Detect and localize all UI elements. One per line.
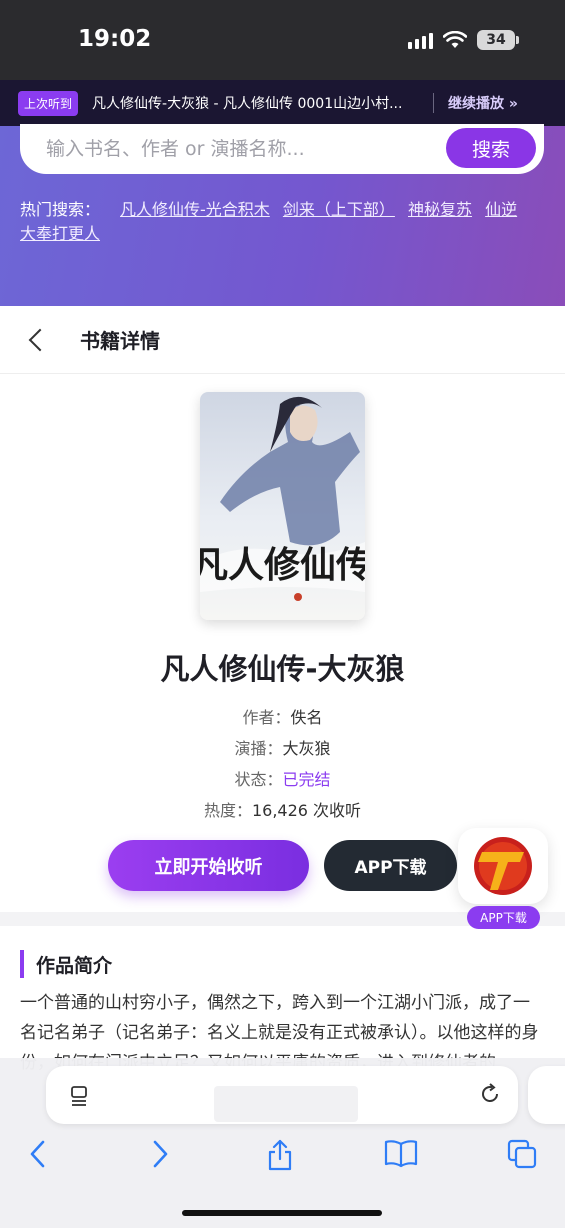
browser-nav-bar [0, 1138, 565, 1178]
home-indicator [182, 1210, 382, 1216]
book-status: 状态：已完结 [0, 766, 565, 790]
hot-search-item[interactable]: 剑来（上下部） [283, 200, 395, 219]
popularity-value: 16,426 次收听 [251, 801, 362, 820]
last-listened-badge: 上次听到 [18, 90, 79, 116]
book-cover-art: 凡人修仙传 [200, 392, 365, 620]
hot-search: 热门搜索： 凡人修仙传-光合积木 剑来（上下部） 神秘复苏 仙逆 大奉打更人 [20, 198, 550, 246]
hot-search-item[interactable]: 凡人修仙传-光合积木 [120, 200, 270, 219]
page-menu-icon[interactable] [68, 1084, 92, 1108]
book-cover-text: 凡人修仙传 [200, 544, 365, 586]
last-listened-title[interactable]: 凡人修仙传-大灰狼 - 凡人修仙传 0001山边小村... [92, 93, 427, 113]
status-label: 状态： [234, 770, 283, 789]
book-detail-page: 书籍详情 凡人修仙传 凡人修仙传-大灰狼 作者：佚名 演播：大灰狼 状态：已完结… [0, 306, 565, 1073]
status-value: 已完结 [282, 770, 331, 789]
wifi-icon [443, 31, 467, 48]
next-tab-pill[interactable] [528, 1066, 565, 1124]
hot-search-item[interactable]: 仙逆 [485, 200, 517, 219]
divider [433, 93, 435, 113]
continue-playing-button[interactable]: 继续播放 » [448, 93, 518, 113]
status-icons: 34 [408, 30, 519, 50]
intro-title: 作品简介 [36, 954, 113, 977]
floating-app-label[interactable]: APP下载 [467, 906, 540, 929]
popularity-label: 热度： [203, 801, 252, 820]
reload-icon[interactable] [478, 1082, 502, 1106]
search-button[interactable]: 搜索 [446, 128, 536, 168]
book-cover: 凡人修仙传 [200, 392, 365, 620]
page-header: 书籍详情 [0, 306, 565, 374]
book-narrator: 演播：大灰狼 [0, 735, 565, 759]
app-download-button[interactable]: APP下载 [324, 840, 457, 891]
book-title: 凡人修仙传-大灰狼 [160, 652, 405, 686]
start-listening-button[interactable]: 立即开始收听 [108, 840, 309, 891]
browser-toolbar [0, 1058, 565, 1228]
narrator-value: 大灰狼 [282, 739, 331, 758]
status-time: 19:02 [78, 26, 152, 52]
book-popularity: 热度：16,426 次收听 [0, 797, 565, 821]
share-icon[interactable] [266, 1138, 294, 1172]
tabs-icon[interactable] [506, 1138, 538, 1170]
search-input[interactable] [46, 138, 426, 160]
floating-app-icon[interactable] [458, 828, 548, 904]
hot-search-label: 热门搜索： [20, 200, 101, 219]
page-title: 书籍详情 [80, 329, 160, 353]
narrator-label: 演播： [234, 739, 283, 758]
intro-accent-bar [20, 950, 24, 978]
status-bar: 19:02 34 [0, 0, 565, 80]
hot-search-item[interactable]: 神秘复苏 [408, 200, 472, 219]
bookmarks-icon[interactable] [384, 1138, 418, 1168]
search-hero: 搜索 热门搜索： 凡人修仙传-光合积木 剑来（上下部） 神秘复苏 仙逆 大奉打更人 [0, 124, 565, 306]
address-bar[interactable] [46, 1066, 518, 1124]
search-box: 搜索 [20, 124, 544, 174]
forward-nav-icon[interactable] [148, 1138, 172, 1170]
hot-search-item[interactable]: 大奉打更人 [20, 224, 100, 243]
book-author: 作者：佚名 [0, 704, 565, 728]
url-text [214, 1086, 358, 1122]
author-label: 作者： [242, 708, 291, 727]
back-nav-icon[interactable] [26, 1138, 50, 1170]
author-value: 佚名 [290, 708, 323, 727]
cellular-signal-icon [408, 31, 433, 49]
app-logo-icon [474, 837, 532, 895]
back-icon[interactable] [28, 328, 52, 351]
resume-bar[interactable]: 上次听到 凡人修仙传-大灰狼 - 凡人修仙传 0001山边小村... 继续播放 … [0, 80, 565, 126]
battery-indicator: 34 [477, 30, 519, 50]
intro-header: 作品简介 [20, 950, 112, 978]
